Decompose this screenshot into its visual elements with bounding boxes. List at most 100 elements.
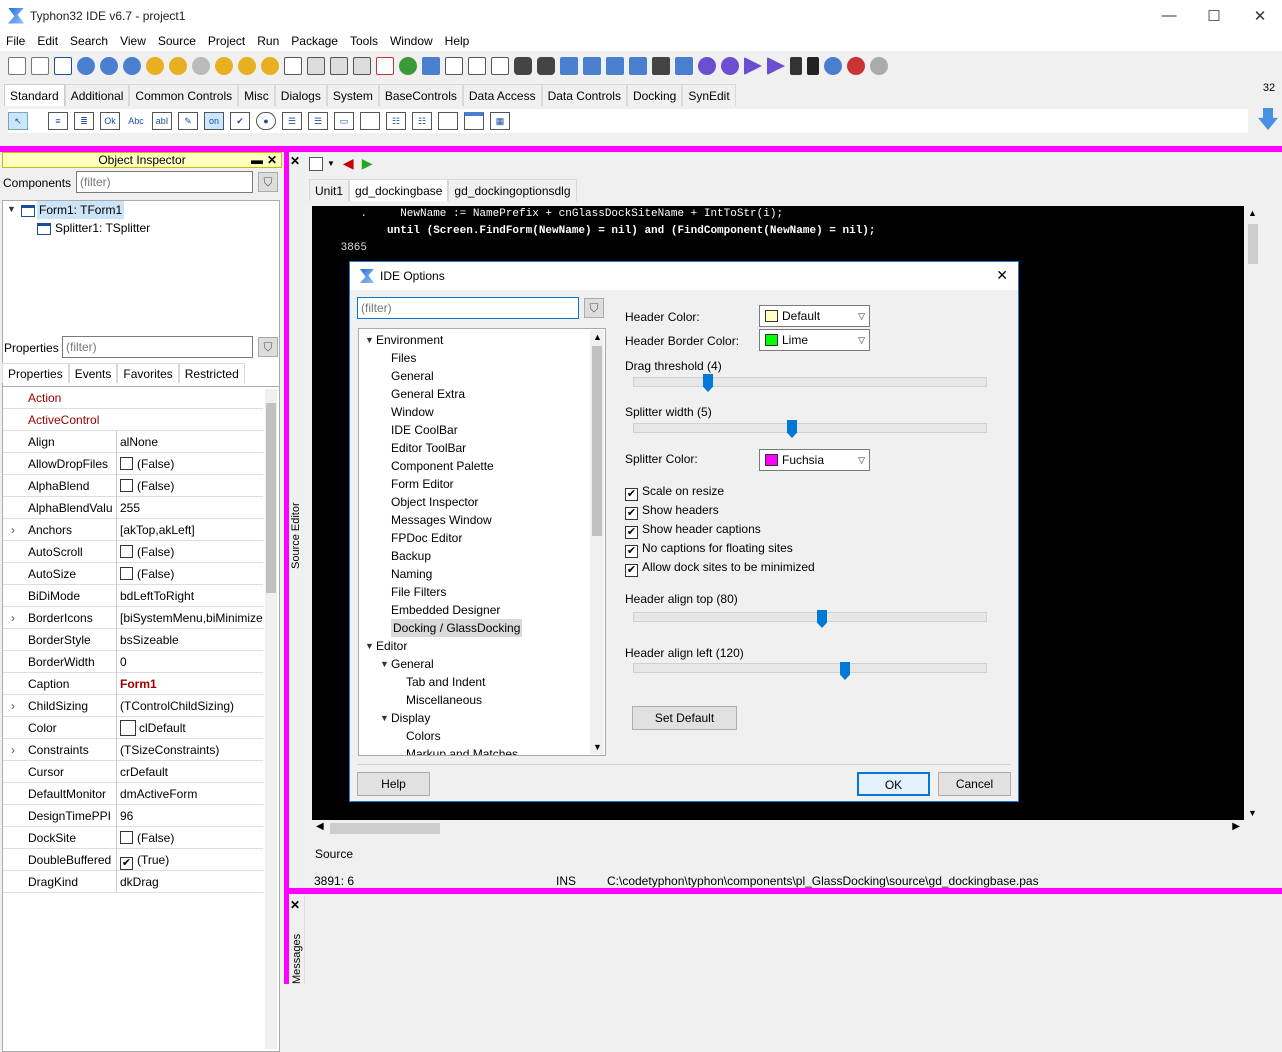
notes-icon[interactable]: [376, 57, 394, 75]
step-out-icon[interactable]: [870, 57, 888, 75]
property-value[interactable]: dkDrag: [116, 871, 263, 893]
property-value[interactable]: (False): [116, 827, 263, 849]
align-left-slider[interactable]: [840, 662, 850, 680]
property-value[interactable]: (False): [116, 541, 263, 563]
tab-gd-dockingoptionsdlg[interactable]: gd_dockingoptionsdlg: [448, 179, 577, 201]
options-tree-scrollbar[interactable]: ▲ ▼: [590, 330, 604, 754]
pause-icon[interactable]: [790, 57, 802, 75]
options-filter-input[interactable]: (filter): [357, 297, 579, 319]
options-tree-node[interactable]: Embedded Designer: [391, 601, 500, 619]
tab-events[interactable]: Events: [68, 363, 118, 383]
palette-tab-data-controls[interactable]: Data Controls: [541, 84, 627, 106]
code-vscrollbar[interactable]: ▲ ▼: [1244, 206, 1262, 820]
menu-help[interactable]: Help: [439, 31, 476, 51]
save-all-icon[interactable]: [330, 57, 348, 75]
find-in-files-icon[interactable]: [537, 57, 555, 75]
header-border-combo[interactable]: Lime ▽: [759, 329, 870, 351]
options-tree-node[interactable]: General: [391, 655, 434, 673]
menu-window[interactable]: Window: [384, 31, 439, 51]
options-tree-node[interactable]: FPDoc Editor: [391, 529, 462, 547]
button-icon[interactable]: Ok: [100, 112, 120, 130]
close-file-icon[interactable]: [353, 57, 371, 75]
build-all-icon[interactable]: [215, 57, 233, 75]
monitor-icon[interactable]: [675, 57, 693, 75]
drag-threshold-slider[interactable]: [703, 374, 713, 392]
property-row[interactable]: BorderWidth 0: [3, 651, 263, 673]
drag-threshold-track[interactable]: [633, 377, 987, 387]
label-icon[interactable]: Abc: [126, 112, 146, 130]
checkbox-icon[interactable]: [120, 567, 133, 580]
build-icon[interactable]: [169, 57, 187, 75]
tab-unit1[interactable]: Unit1: [309, 179, 350, 201]
menu-view[interactable]: View: [114, 31, 152, 51]
options-tree-node[interactable]: Tab and Indent: [406, 673, 485, 691]
property-value[interactable]: (TSizeConstraints): [116, 739, 263, 761]
show-headers-checkbox[interactable]: ✔ Show headers: [625, 503, 719, 520]
binoculars-icon[interactable]: [514, 57, 532, 75]
property-row[interactable]: AlphaBlend (False): [3, 475, 263, 497]
actionlist-icon[interactable]: ▦: [490, 112, 510, 130]
back-arrow-icon[interactable]: ◀: [343, 155, 354, 172]
property-value[interactable]: Form1: [116, 673, 263, 695]
options-tree-node[interactable]: Colors: [406, 727, 441, 745]
property-value[interactable]: alNone: [116, 431, 263, 453]
properties-filter-icon[interactable]: ⛉: [258, 337, 278, 357]
tree-expand-icon[interactable]: ▼: [7, 204, 16, 214]
property-row[interactable]: Align alNone: [3, 431, 263, 453]
checkbox-icon[interactable]: [120, 831, 133, 844]
checkbox-icon[interactable]: [120, 457, 133, 470]
property-row[interactable]: Action: [3, 387, 263, 409]
options-tree-node[interactable]: Window: [391, 403, 434, 421]
property-value[interactable]: (TControlChildSizing): [116, 695, 263, 717]
options-tree-node[interactable]: Naming: [391, 565, 432, 583]
palette-tab-misc[interactable]: Misc: [238, 84, 275, 106]
compile-icon[interactable]: [146, 57, 164, 75]
dialog-close-button[interactable]: ✕: [996, 267, 1008, 284]
minimize-button[interactable]: —: [1146, 0, 1192, 31]
help-button[interactable]: Help: [357, 772, 430, 796]
tree-icon[interactable]: [422, 57, 440, 75]
gear-icon[interactable]: [698, 57, 716, 75]
properties-filter-input[interactable]: (filter): [62, 336, 253, 358]
options-tree-node[interactable]: Messages Window: [391, 511, 492, 529]
options-tree-node[interactable]: Environment: [376, 331, 443, 349]
options-tree-node[interactable]: Docking / GlassDocking: [391, 619, 523, 637]
property-value[interactable]: (False): [116, 453, 263, 475]
run-dropdown-icon[interactable]: [767, 57, 785, 75]
checkgroup-icon[interactable]: ☷: [412, 112, 432, 130]
tree-node-splitter1[interactable]: Splitter1: TSplitter: [55, 219, 150, 237]
panel-icon[interactable]: [438, 112, 458, 130]
close-icon[interactable]: ✕: [290, 898, 300, 912]
menu-package[interactable]: Package: [285, 31, 344, 51]
property-value[interactable]: dmActiveForm: [116, 783, 263, 805]
property-row[interactable]: › Anchors [akTop,akLeft]: [3, 519, 263, 541]
property-value[interactable]: crDefault: [116, 761, 263, 783]
edit-icon[interactable]: abI: [152, 112, 172, 130]
memo-icon[interactable]: ✎: [178, 112, 198, 130]
splitter-color-combo[interactable]: Fuchsia ▽: [759, 449, 870, 471]
no-captions-floating-checkbox[interactable]: ✔ No captions for floating sites: [625, 541, 793, 558]
property-row[interactable]: DoubleBuffered ✔ (True): [3, 849, 263, 871]
align-top-slider[interactable]: [817, 610, 827, 628]
clean-icon[interactable]: [192, 57, 210, 75]
options-tree-node[interactable]: Component Palette: [391, 457, 494, 475]
expand-icon[interactable]: ›: [11, 607, 15, 629]
forward-arrow-icon[interactable]: ▶: [362, 155, 373, 172]
property-row[interactable]: ActiveControl: [3, 409, 263, 431]
messages-list[interactable]: [304, 896, 1282, 984]
property-row[interactable]: DragKind dkDrag: [3, 871, 263, 893]
checkbox-icon[interactable]: ✔: [120, 857, 133, 870]
property-row[interactable]: DockSite (False): [3, 827, 263, 849]
tab-restricted[interactable]: Restricted: [178, 363, 245, 383]
debug-windows-icon[interactable]: [560, 57, 578, 75]
combobox-icon[interactable]: ☰: [308, 112, 328, 130]
layers-icon[interactable]: [629, 57, 647, 75]
dropdown-icon[interactable]: ▼: [327, 159, 335, 168]
palette-tab-standard[interactable]: Standard: [4, 84, 65, 106]
step-into-icon[interactable]: [824, 57, 842, 75]
tab-favorites[interactable]: Favorites: [117, 363, 179, 383]
tab-properties[interactable]: Properties: [2, 363, 69, 383]
property-row[interactable]: Caption Form1: [3, 673, 263, 695]
close-icon[interactable]: ✕: [290, 154, 300, 168]
expand-icon[interactable]: ›: [11, 519, 15, 541]
